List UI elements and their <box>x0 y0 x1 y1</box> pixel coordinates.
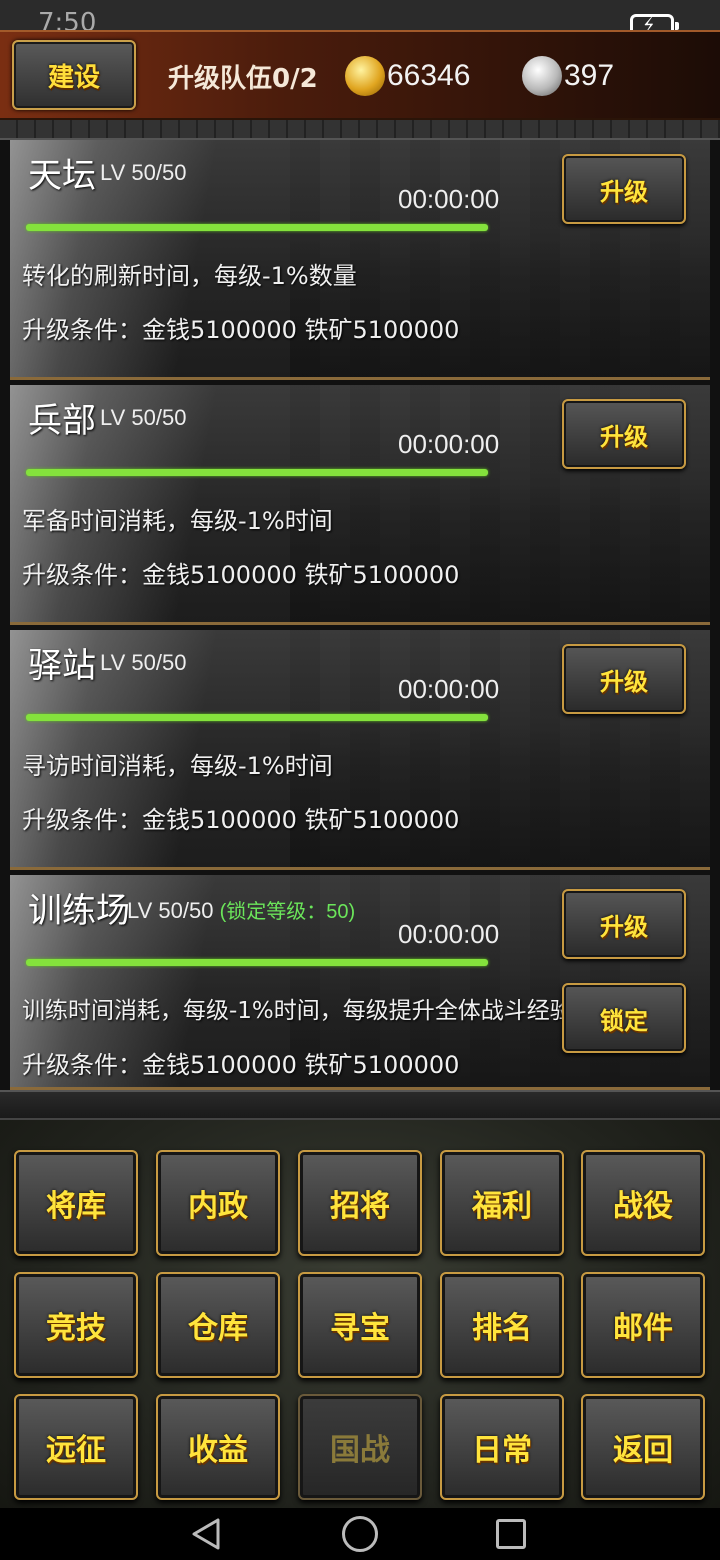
system-nav-bar <box>0 1508 720 1560</box>
silver-currency: 397 <box>522 50 614 102</box>
menu-button-mail[interactable]: 邮件 <box>581 1272 705 1378</box>
main-menu: 将库 内政 招将 福利 战役 竞技 仓库 寻宝 排名 邮件 远征 收益 国战 日… <box>0 1120 720 1520</box>
menu-button-expedition[interactable]: 远征 <box>14 1394 138 1500</box>
building-timer: 00:00:00 <box>398 674 500 704</box>
lock-button[interactable]: 锁定 <box>562 983 686 1053</box>
upgrade-progress-bar <box>26 469 488 476</box>
menu-button-treasure-hunt[interactable]: 寻宝 <box>298 1272 422 1378</box>
building-level: LV 50/50 (锁定等级：50) <box>127 898 356 923</box>
menu-button-warehouse[interactable]: 仓库 <box>156 1272 280 1378</box>
upgrade-button[interactable]: 升级 <box>562 154 686 224</box>
upgrade-button[interactable]: 升级 <box>562 399 686 469</box>
building-name: 兵部 <box>28 401 96 441</box>
back-triangle-icon[interactable] <box>188 1516 224 1552</box>
upgrade-condition: 升级条件：金钱5100000 铁矿5100000 <box>22 1051 460 1079</box>
silver-ingot-icon <box>522 56 562 96</box>
upgrade-condition: 升级条件：金钱5100000 铁矿5100000 <box>22 316 460 344</box>
building-card: 兵部 LV 50/50 00:00:00 军备时间消耗，每级-1%时间 升级条件… <box>10 385 710 625</box>
building-description: 训练时间消耗，每级-1%时间，每级提升全体战斗经验2% <box>22 998 610 1024</box>
upgrade-condition: 升级条件：金钱5100000 铁矿5100000 <box>22 561 460 589</box>
gold-currency: 66346 <box>345 50 470 102</box>
upgrade-progress-bar <box>26 959 488 966</box>
building-name: 训练场 <box>28 891 130 931</box>
building-name: 天坛 <box>28 156 96 196</box>
menu-button-internal-affairs[interactable]: 内政 <box>156 1150 280 1256</box>
upgrade-button[interactable]: 升级 <box>562 644 686 714</box>
building-level: LV 50/50 <box>100 160 187 185</box>
building-description: 军备时间消耗，每级-1%时间 <box>22 507 333 535</box>
upgrade-progress-bar <box>26 714 488 721</box>
gold-amount: 66346 <box>387 59 471 92</box>
top-header: 建设 升级队伍0/2 66346 397 <box>0 30 720 120</box>
upgrade-condition: 升级条件：金钱5100000 铁矿5100000 <box>22 806 460 834</box>
menu-button-arena[interactable]: 竞技 <box>14 1272 138 1378</box>
menu-button-income[interactable]: 收益 <box>156 1394 280 1500</box>
menu-button-ranking[interactable]: 排名 <box>440 1272 564 1378</box>
silver-amount: 397 <box>564 59 615 92</box>
menu-button-generals[interactable]: 将库 <box>14 1150 138 1256</box>
upgrade-queue-label: 升级队伍0/2 <box>168 64 318 94</box>
building-timer: 00:00:00 <box>398 184 500 214</box>
upgrade-progress-bar <box>26 224 488 231</box>
home-circle-icon[interactable] <box>342 1516 378 1552</box>
upgrade-button[interactable]: 升级 <box>562 889 686 959</box>
building-timer: 00:00:00 <box>398 429 500 459</box>
gold-ingot-icon <box>345 56 385 96</box>
menu-button-welfare[interactable]: 福利 <box>440 1150 564 1256</box>
building-card: 训练场 LV 50/50 (锁定等级：50) 00:00:00 训练时间消耗，每… <box>10 875 710 1090</box>
menu-button-return[interactable]: 返回 <box>581 1394 705 1500</box>
building-timer: 00:00:00 <box>398 919 500 949</box>
building-description: 寻访时间消耗，每级-1%时间 <box>22 752 333 780</box>
menu-button-campaign[interactable]: 战役 <box>581 1150 705 1256</box>
lock-level-note: (锁定等级：50) <box>219 901 356 923</box>
building-level: LV 50/50 <box>100 650 187 675</box>
building-description: 转化的刷新时间，每级-1%数量 <box>22 262 357 290</box>
menu-divider <box>0 1090 720 1120</box>
menu-button-national-war[interactable]: 国战 <box>298 1394 422 1500</box>
menu-button-daily[interactable]: 日常 <box>440 1394 564 1500</box>
build-button[interactable]: 建设 <box>12 40 136 110</box>
header-divider <box>0 120 720 140</box>
menu-button-recruit[interactable]: 招将 <box>298 1150 422 1256</box>
building-level: LV 50/50 <box>100 405 187 430</box>
building-card: 天坛 LV 50/50 00:00:00 转化的刷新时间，每级-1%数量 升级条… <box>10 140 710 380</box>
building-name: 驿站 <box>28 646 96 686</box>
building-card: 驿站 LV 50/50 00:00:00 寻访时间消耗，每级-1%时间 升级条件… <box>10 630 710 870</box>
building-list[interactable]: 天坛 LV 50/50 00:00:00 转化的刷新时间，每级-1%数量 升级条… <box>10 140 710 1090</box>
recent-square-icon[interactable] <box>496 1519 526 1549</box>
